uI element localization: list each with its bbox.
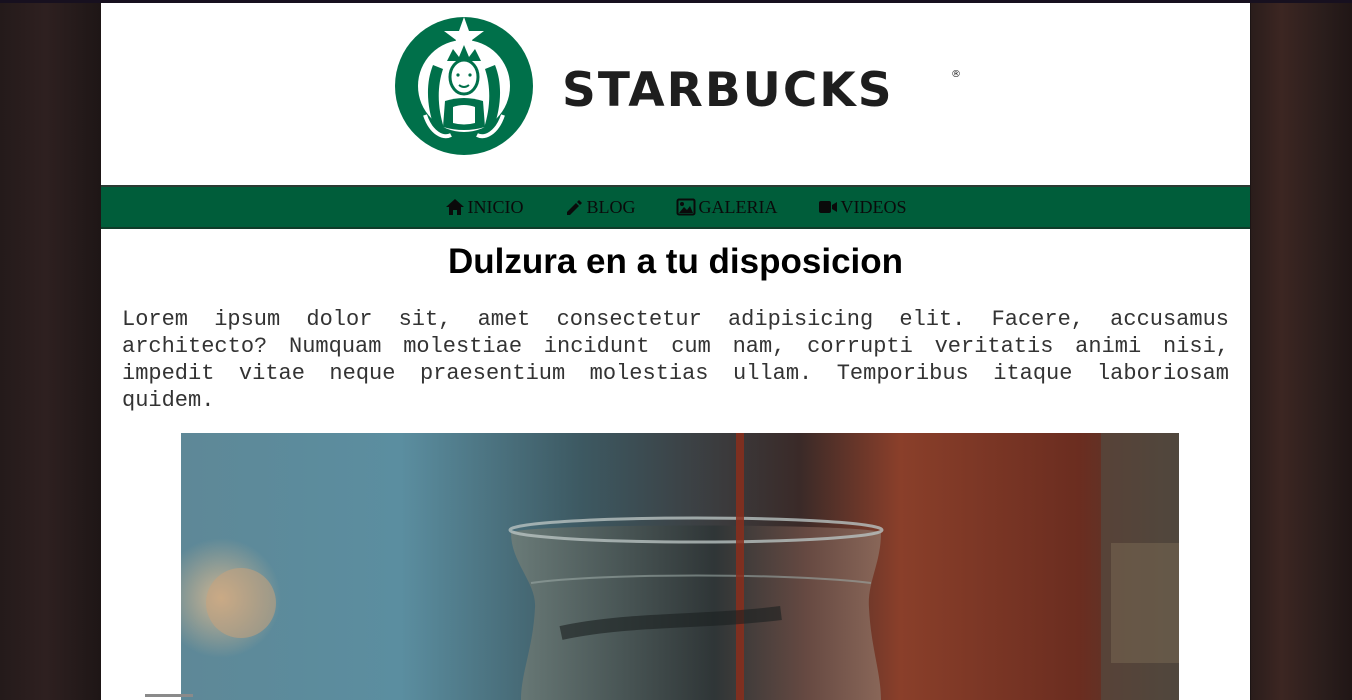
nav-item-galeria[interactable]: GALERIA bbox=[676, 197, 778, 218]
page-container: STARBUCKS ® INICIO BLOG GALERIA VIDEOS D… bbox=[101, 3, 1250, 700]
background-right bbox=[1251, 0, 1352, 700]
brand-wordmark: STARBUCKS bbox=[562, 63, 894, 118]
intro-paragraph: Lorem ipsum dolor sit, amet consectetur … bbox=[122, 307, 1229, 413]
hero-video[interactable] bbox=[181, 433, 1179, 700]
nav-item-inicio[interactable]: INICIO bbox=[445, 197, 524, 218]
nav-item-label: GALERIA bbox=[698, 196, 778, 217]
nav-item-label: BLOG bbox=[586, 196, 636, 217]
image-icon bbox=[676, 198, 695, 216]
nav-item-label: VIDEOS bbox=[840, 196, 907, 217]
starbucks-siren-logo[interactable] bbox=[393, 15, 535, 157]
site-header: STARBUCKS ® bbox=[101, 3, 1250, 185]
page-title: Dulzura en a tu disposicion bbox=[447, 242, 904, 281]
nav-item-blog[interactable]: BLOG bbox=[564, 197, 636, 218]
main-navigation: INICIO BLOG GALERIA VIDEOS bbox=[101, 185, 1250, 229]
nav-item-label: INICIO bbox=[467, 196, 524, 217]
video-camera-icon bbox=[818, 201, 837, 213]
scrollbar-thumb[interactable] bbox=[145, 694, 193, 697]
pencil-icon bbox=[566, 200, 582, 215]
nav-item-videos[interactable]: VIDEOS bbox=[818, 197, 907, 218]
background-left bbox=[0, 0, 101, 700]
home-icon bbox=[445, 199, 464, 215]
registered-mark: ® bbox=[951, 69, 961, 80]
